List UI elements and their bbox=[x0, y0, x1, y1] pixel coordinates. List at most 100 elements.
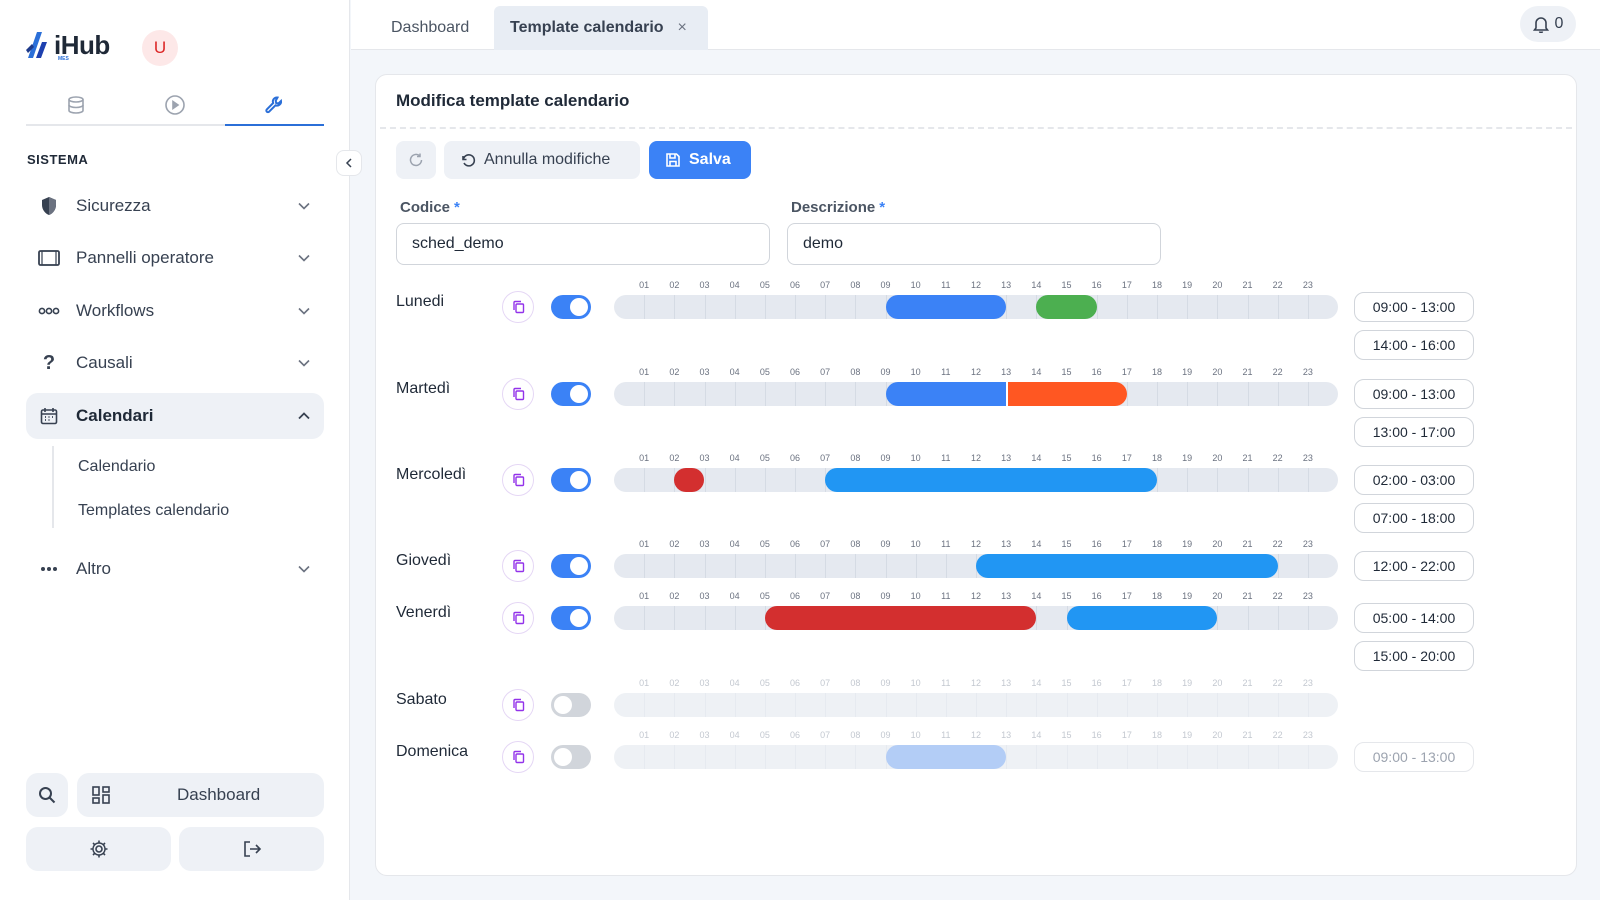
copy-day-button[interactable] bbox=[502, 378, 534, 410]
copy-day-button[interactable] bbox=[502, 291, 534, 323]
day-label: Giovedì bbox=[396, 552, 452, 569]
hour-gridline bbox=[1307, 606, 1309, 630]
close-icon[interactable]: × bbox=[678, 19, 687, 37]
sidebar-tabs bbox=[26, 86, 324, 126]
day-enabled-toggle[interactable] bbox=[551, 554, 591, 578]
day-timeline[interactable] bbox=[614, 745, 1338, 769]
search-button[interactable] bbox=[26, 773, 68, 817]
time-range-chip[interactable]: 02:00 - 03:00 bbox=[1354, 465, 1474, 495]
time-segment[interactable] bbox=[976, 554, 1278, 578]
annulla-modifiche-button[interactable]: Annulla modifiche bbox=[444, 141, 640, 179]
question-icon: ? bbox=[42, 351, 56, 374]
hour-gridline bbox=[1307, 693, 1309, 717]
descrizione-input[interactable] bbox=[787, 223, 1161, 265]
hour-label: 18 bbox=[1151, 678, 1163, 688]
time-segment[interactable] bbox=[764, 606, 1037, 630]
hour-label: 11 bbox=[941, 539, 951, 549]
time-segment[interactable] bbox=[1006, 382, 1127, 406]
dashboard-button[interactable]: Dashboard bbox=[77, 773, 324, 817]
settings-button[interactable] bbox=[26, 827, 171, 871]
hour-gridline bbox=[1006, 745, 1008, 769]
tab-play[interactable] bbox=[125, 86, 224, 124]
subitem-templates-calendario[interactable]: Templates calendario bbox=[78, 502, 229, 520]
sidebar-item-causali[interactable]: ? Causali bbox=[26, 340, 324, 386]
notification-count: 0 bbox=[1554, 15, 1564, 32]
hour-gridline bbox=[945, 554, 947, 578]
hour-gridline bbox=[1187, 382, 1189, 406]
hour-label: 01 bbox=[639, 730, 650, 740]
time-range-chip[interactable]: 09:00 - 13:00 bbox=[1354, 742, 1474, 772]
chevron-down-icon bbox=[298, 359, 310, 367]
time-segment[interactable] bbox=[1066, 606, 1218, 630]
sidebar-item-workflows[interactable]: Workflows bbox=[26, 288, 324, 334]
tab-template-calendario[interactable]: Template calendario × bbox=[494, 6, 708, 50]
time-range-chip[interactable]: 05:00 - 14:00 bbox=[1354, 603, 1474, 633]
time-range-chip[interactable]: 09:00 - 13:00 bbox=[1354, 379, 1474, 409]
subitem-calendario[interactable]: Calendario bbox=[78, 458, 155, 476]
tab-dashboard[interactable]: Dashboard bbox=[391, 6, 469, 50]
hour-label: 23 bbox=[1302, 367, 1313, 377]
day-enabled-toggle[interactable] bbox=[551, 468, 591, 492]
notifications-button[interactable]: 0 bbox=[1520, 6, 1576, 42]
day-timeline[interactable] bbox=[614, 295, 1338, 319]
hour-label: 02 bbox=[669, 591, 680, 601]
day-timeline[interactable] bbox=[614, 606, 1338, 630]
copy-day-button[interactable] bbox=[502, 464, 534, 496]
time-range-chip[interactable]: 12:00 - 22:00 bbox=[1354, 551, 1474, 581]
day-enabled-toggle[interactable] bbox=[551, 693, 591, 717]
ihub-logo[interactable]: iHub MES bbox=[24, 28, 110, 62]
toggle-knob bbox=[554, 748, 572, 766]
logout-button[interactable] bbox=[179, 827, 324, 871]
hour-label: 01 bbox=[639, 591, 650, 601]
copy-day-button[interactable] bbox=[502, 602, 534, 634]
hour-label: 15 bbox=[1061, 539, 1072, 549]
sidebar-item-calendari[interactable]: Calendari bbox=[26, 393, 324, 439]
time-segment[interactable] bbox=[674, 468, 705, 492]
time-range-chip[interactable]: 15:00 - 20:00 bbox=[1354, 641, 1474, 671]
hour-label: 20 bbox=[1212, 730, 1223, 740]
hour-label: 09 bbox=[880, 280, 891, 290]
hour-label: 15 bbox=[1061, 730, 1072, 740]
hour-gridline bbox=[795, 554, 796, 578]
salva-button[interactable]: Salva bbox=[649, 141, 751, 179]
hour-gridline bbox=[734, 468, 736, 492]
day-enabled-toggle[interactable] bbox=[551, 606, 591, 630]
copy-day-button[interactable] bbox=[502, 689, 534, 721]
day-timeline[interactable] bbox=[614, 554, 1338, 578]
sidebar-item-altro[interactable]: Altro bbox=[26, 546, 324, 592]
day-timeline[interactable] bbox=[614, 382, 1338, 406]
hour-gridline bbox=[644, 382, 646, 406]
codice-input[interactable] bbox=[396, 223, 770, 265]
day-enabled-toggle[interactable] bbox=[551, 382, 591, 406]
sidebar-item-sicurezza[interactable]: Sicurezza bbox=[26, 183, 324, 229]
bell-icon bbox=[1532, 17, 1549, 33]
day-timeline[interactable] bbox=[614, 693, 1338, 717]
copy-day-button[interactable] bbox=[502, 741, 534, 773]
copy-day-button[interactable] bbox=[502, 550, 534, 582]
hour-gridline bbox=[764, 468, 766, 492]
time-segment[interactable] bbox=[885, 382, 1007, 406]
day-timeline[interactable] bbox=[614, 468, 1338, 492]
sidebar-collapse-button[interactable] bbox=[336, 150, 362, 176]
hour-label: 06 bbox=[789, 539, 801, 549]
avatar[interactable]: U bbox=[142, 30, 178, 66]
day-enabled-toggle[interactable] bbox=[551, 295, 591, 319]
time-range-chip[interactable]: 09:00 - 13:00 bbox=[1354, 292, 1474, 322]
time-segment[interactable] bbox=[825, 468, 1157, 492]
tab-database[interactable] bbox=[26, 86, 125, 124]
save-icon bbox=[666, 153, 680, 167]
hour-label: 23 bbox=[1302, 678, 1313, 688]
time-segment[interactable] bbox=[1036, 295, 1097, 319]
time-segment[interactable] bbox=[885, 295, 1007, 319]
time-range-chip[interactable]: 13:00 - 17:00 bbox=[1354, 417, 1474, 447]
time-range-chip[interactable]: 14:00 - 16:00 bbox=[1354, 330, 1474, 360]
play-circle-icon bbox=[165, 95, 185, 115]
time-range-chip[interactable]: 07:00 - 18:00 bbox=[1354, 503, 1474, 533]
time-segment[interactable] bbox=[885, 745, 1007, 769]
hour-label: 17 bbox=[1121, 280, 1132, 290]
day-enabled-toggle[interactable] bbox=[551, 745, 591, 769]
section-title: SISTEMA bbox=[27, 152, 89, 167]
refresh-button[interactable] bbox=[396, 141, 436, 179]
tab-tools[interactable] bbox=[224, 86, 324, 126]
sidebar-item-pannelli-operatore[interactable]: Pannelli operatore bbox=[26, 235, 324, 281]
